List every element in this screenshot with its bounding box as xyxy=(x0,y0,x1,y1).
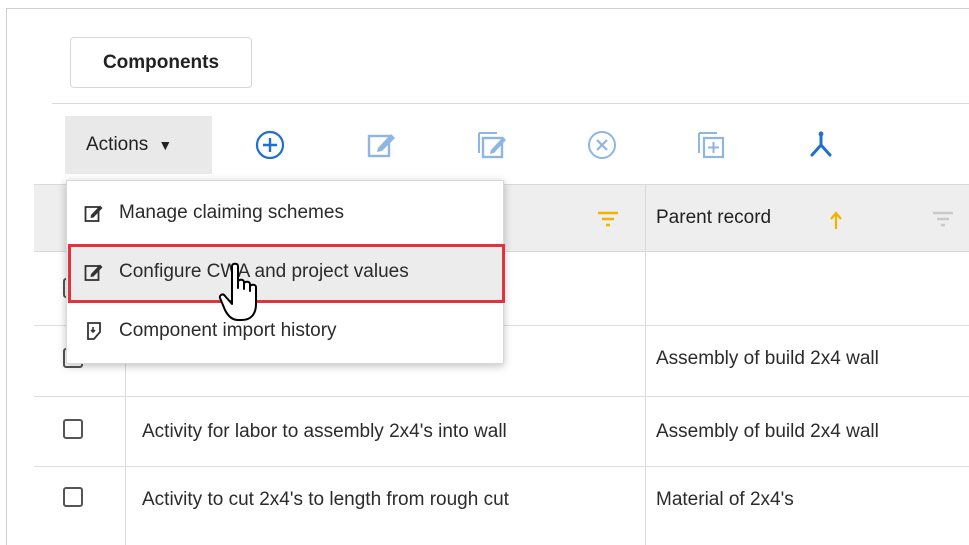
copy-icon[interactable] xyxy=(694,128,728,162)
row-parent-record: Assembly of build 2x4 wall xyxy=(656,348,879,369)
actions-label: Actions xyxy=(86,134,149,155)
filter-icon[interactable] xyxy=(932,211,954,232)
menu-item-manage-claiming-schemes[interactable]: Manage claiming schemes xyxy=(67,185,503,241)
delete-icon[interactable] xyxy=(585,128,619,162)
toolbar: Actions ▼ xyxy=(52,104,969,184)
row-description: Activity for labor to assembly 2x4's int… xyxy=(142,421,507,442)
tab-components[interactable]: Components xyxy=(70,37,252,88)
row-checkbox[interactable] xyxy=(63,487,83,507)
column-header-parent-record[interactable]: Parent record xyxy=(656,207,771,229)
edit-icon xyxy=(83,202,105,224)
row-parent-record: Assembly of build 2x4 wall xyxy=(656,421,879,442)
edit-icon[interactable] xyxy=(365,128,399,162)
caret-down-icon: ▼ xyxy=(158,137,173,153)
sort-ascending-icon[interactable] xyxy=(830,211,842,236)
import-history-icon xyxy=(83,320,105,342)
row-description: Activity to cut 2x4's to length from rou… xyxy=(142,489,509,510)
table-row[interactable]: Activity to cut 2x4's to length from rou… xyxy=(34,467,969,537)
hand-cursor-icon xyxy=(218,262,268,328)
row-parent-record: Material of 2x4's xyxy=(656,489,794,510)
menu-item-label: Manage claiming schemes xyxy=(119,202,344,223)
actions-dropdown-button[interactable]: Actions ▼ xyxy=(65,116,212,174)
hierarchy-icon[interactable] xyxy=(804,128,838,162)
row-checkbox[interactable] xyxy=(63,419,83,439)
table-row[interactable]: Activity for labor to assembly 2x4's int… xyxy=(34,397,969,467)
filter-icon[interactable] xyxy=(597,211,619,232)
highlight-box xyxy=(68,244,505,303)
bulk-edit-icon[interactable] xyxy=(475,128,509,162)
add-icon[interactable] xyxy=(253,128,287,162)
menu-item-component-import-history[interactable]: Component import history xyxy=(67,303,503,359)
